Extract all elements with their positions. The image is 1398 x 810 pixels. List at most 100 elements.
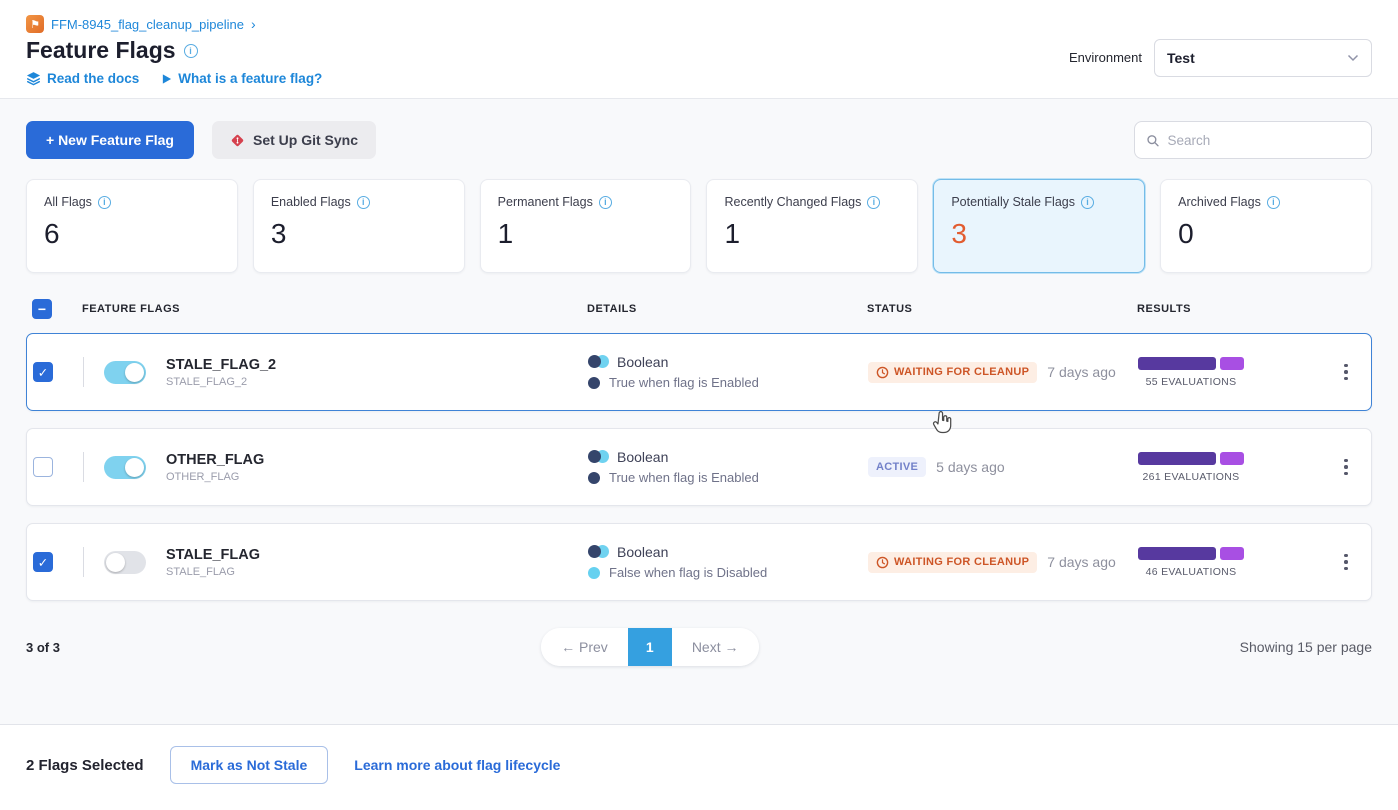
flag-row[interactable]: OTHER_FLAG OTHER_FLAG Boolean True when … <box>26 428 1372 506</box>
row-checkbox[interactable] <box>33 457 53 477</box>
selection-bar: 2 Flags Selected Mark as Not Stale Learn… <box>0 724 1398 810</box>
stat-info-icon[interactable]: i <box>98 196 111 209</box>
evaluations-count: 261 EVALUATIONS <box>1138 471 1244 483</box>
stat-card-value: 1 <box>724 218 900 250</box>
docs-icon <box>26 71 41 86</box>
last-changed-age: 7 days ago <box>1047 554 1116 570</box>
column-status: STATUS <box>867 303 1137 315</box>
stat-card-value: 0 <box>1178 218 1354 250</box>
stat-info-icon[interactable]: i <box>867 196 880 209</box>
evaluations-bar-secondary <box>1220 452 1244 465</box>
evaluations-bar-secondary <box>1220 357 1244 370</box>
stats-row: All Flags i 6 Enabled Flags i 3 Permanen… <box>0 177 1398 273</box>
flag-variation: True when flag is Enabled <box>609 375 759 390</box>
stat-card-label: All Flags <box>44 195 92 209</box>
flag-toggle[interactable] <box>104 456 146 479</box>
table-header: FEATURE FLAGS DETAILS STATUS RESULTS <box>26 279 1372 333</box>
flag-type: Boolean <box>617 449 668 465</box>
stat-card-label: Enabled Flags <box>271 195 351 209</box>
clock-icon <box>876 556 889 569</box>
select-all-checkbox[interactable] <box>32 299 52 319</box>
last-changed-age: 5 days ago <box>936 459 1005 475</box>
boolean-type-icon <box>588 545 608 559</box>
status-badge[interactable]: WAITING FOR CLEANUP <box>868 362 1037 383</box>
flag-name[interactable]: STALE_FLAG_2 <box>166 357 276 373</box>
what-is-feature-flag-link[interactable]: What is a feature flag? <box>161 71 322 86</box>
flag-variation: True when flag is Enabled <box>609 470 759 485</box>
row-checkbox[interactable] <box>33 362 53 382</box>
status-badge[interactable]: ACTIVE <box>868 457 926 477</box>
title-info-icon[interactable]: i <box>184 44 198 58</box>
pagination-controls: ← Prev 1 Next → <box>541 628 758 666</box>
breadcrumb: ⚑ FFM-8945_flag_cleanup_pipeline › <box>26 15 322 33</box>
row-checkbox[interactable] <box>33 552 53 572</box>
search-input[interactable] <box>1168 133 1361 148</box>
boolean-type-icon <box>588 450 608 464</box>
per-page-label: Showing 15 per page <box>1240 639 1372 655</box>
chevron-down-icon <box>1347 54 1359 62</box>
stat-card-label: Recently Changed Flags <box>724 195 861 209</box>
breadcrumb-project-link[interactable]: FFM-8945_flag_cleanup_pipeline <box>51 17 244 32</box>
next-page-button[interactable]: Next → <box>672 628 759 666</box>
evaluations-bar-primary <box>1138 547 1216 560</box>
clock-icon <box>876 366 889 379</box>
status-label: WAITING FOR CLEANUP <box>894 556 1029 568</box>
stat-card[interactable]: Recently Changed Flags i 1 <box>706 179 918 273</box>
stat-card-value: 6 <box>44 218 220 250</box>
toggle-knob <box>125 458 144 477</box>
read-the-docs-link[interactable]: Read the docs <box>26 71 139 86</box>
stat-card[interactable]: Enabled Flags i 3 <box>253 179 465 273</box>
stat-card[interactable]: Archived Flags i 0 <box>1160 179 1372 273</box>
flag-type: Boolean <box>617 354 668 370</box>
flag-identifier: STALE_FLAG_2 <box>166 376 276 388</box>
divider <box>83 452 84 482</box>
new-feature-flag-button[interactable]: + New Feature Flag <box>26 121 194 159</box>
stat-info-icon[interactable]: i <box>1267 196 1280 209</box>
column-details: DETAILS <box>587 303 867 315</box>
flag-lifecycle-link[interactable]: Learn more about flag lifecycle <box>354 757 560 773</box>
status-label: WAITING FOR CLEANUP <box>894 366 1029 378</box>
stat-card[interactable]: All Flags i 6 <box>26 179 238 273</box>
flag-row[interactable]: STALE_FLAG_2 STALE_FLAG_2 Boolean True w… <box>26 333 1372 411</box>
flag-name[interactable]: STALE_FLAG <box>166 547 260 563</box>
status-label: ACTIVE <box>876 461 918 473</box>
stat-card-value: 3 <box>271 218 447 250</box>
environment-value: Test <box>1167 50 1195 66</box>
stat-info-icon[interactable]: i <box>357 196 370 209</box>
flag-toggle[interactable] <box>104 361 146 384</box>
feature-flags-module-icon: ⚑ <box>26 15 44 33</box>
git-sync-icon <box>230 133 245 148</box>
page-title: Feature Flags <box>26 37 176 64</box>
evaluations-bar <box>1138 547 1244 560</box>
row-menu-button[interactable] <box>1321 358 1371 387</box>
mark-not-stale-button[interactable]: Mark as Not Stale <box>170 746 329 784</box>
evaluations-count: 55 EVALUATIONS <box>1138 376 1244 388</box>
evaluations-bar-secondary <box>1220 547 1244 560</box>
prev-page-button[interactable]: ← Prev <box>541 628 628 666</box>
status-badge[interactable]: WAITING FOR CLEANUP <box>868 552 1037 573</box>
flag-row[interactable]: STALE_FLAG STALE_FLAG Boolean False when… <box>26 523 1372 601</box>
flag-variation: False when flag is Disabled <box>609 565 767 580</box>
environment-select[interactable]: Test <box>1154 39 1372 77</box>
breadcrumb-chevron-icon: › <box>251 16 256 32</box>
search-icon <box>1146 133 1160 148</box>
feature-flags-page: ⚑ FFM-8945_flag_cleanup_pipeline › Featu… <box>0 0 1398 810</box>
flag-toggle[interactable] <box>104 551 146 574</box>
stat-info-icon[interactable]: i <box>1081 196 1094 209</box>
evaluations-bar <box>1138 357 1244 370</box>
row-menu-button[interactable] <box>1321 548 1371 577</box>
flags-table: FEATURE FLAGS DETAILS STATUS RESULTS STA… <box>0 279 1398 618</box>
stat-info-icon[interactable]: i <box>599 196 612 209</box>
row-menu-button[interactable] <box>1321 453 1371 482</box>
setup-git-sync-button[interactable]: Set Up Git Sync <box>212 121 376 159</box>
divider <box>83 357 84 387</box>
flag-identifier: STALE_FLAG <box>166 566 260 578</box>
page-number-button[interactable]: 1 <box>628 628 672 666</box>
pagination: 3 of 3 ← Prev 1 Next → Showing 15 per pa… <box>0 618 1398 666</box>
toggle-knob <box>106 553 125 572</box>
stat-card[interactable]: Permanent Flags i 1 <box>480 179 692 273</box>
search-box[interactable] <box>1134 121 1372 159</box>
flag-rows: STALE_FLAG_2 STALE_FLAG_2 Boolean True w… <box>26 333 1372 601</box>
flag-name[interactable]: OTHER_FLAG <box>166 452 264 468</box>
stat-card[interactable]: Potentially Stale Flags i 3 <box>933 179 1145 273</box>
